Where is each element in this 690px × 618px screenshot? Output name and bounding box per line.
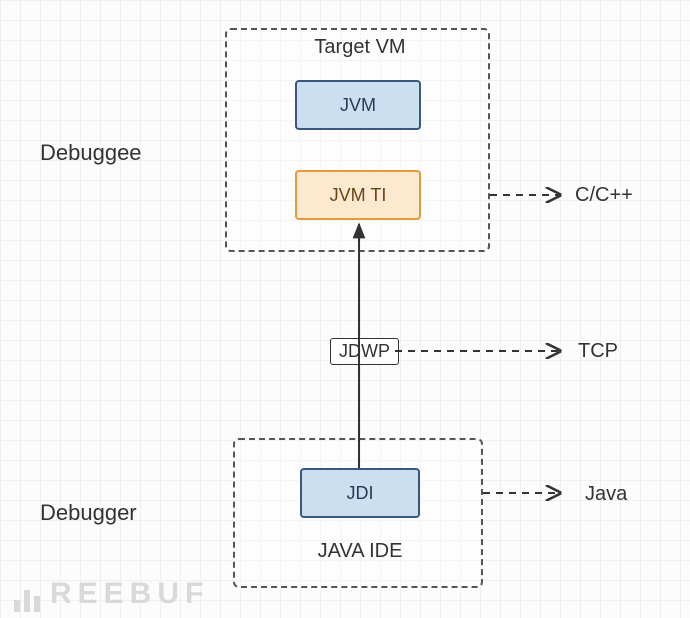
jvm-box-label: JVM (340, 95, 376, 116)
jdwp-chip-label: JDWP (339, 341, 390, 361)
jvmti-box: JVM TI (295, 170, 421, 220)
cpp-label: C/C++ (575, 184, 633, 207)
jvm-box: JVM (295, 80, 421, 130)
watermark: REEBUF (14, 577, 209, 612)
java-label: Java (585, 483, 627, 506)
jdi-box: JDI (300, 468, 420, 518)
jdi-box-label: JDI (347, 483, 374, 504)
java-ide-title: JAVA IDE (300, 540, 420, 563)
watermark-text: REEBUF (50, 577, 209, 610)
tcp-label: TCP (578, 340, 618, 363)
watermark-icon (14, 578, 44, 612)
debugger-label: Debugger (40, 500, 137, 526)
debuggee-label: Debuggee (40, 140, 142, 166)
jvmti-box-label: JVM TI (330, 185, 387, 206)
target-vm-title: Target VM (300, 36, 420, 59)
jdwp-chip: JDWP (330, 338, 399, 365)
